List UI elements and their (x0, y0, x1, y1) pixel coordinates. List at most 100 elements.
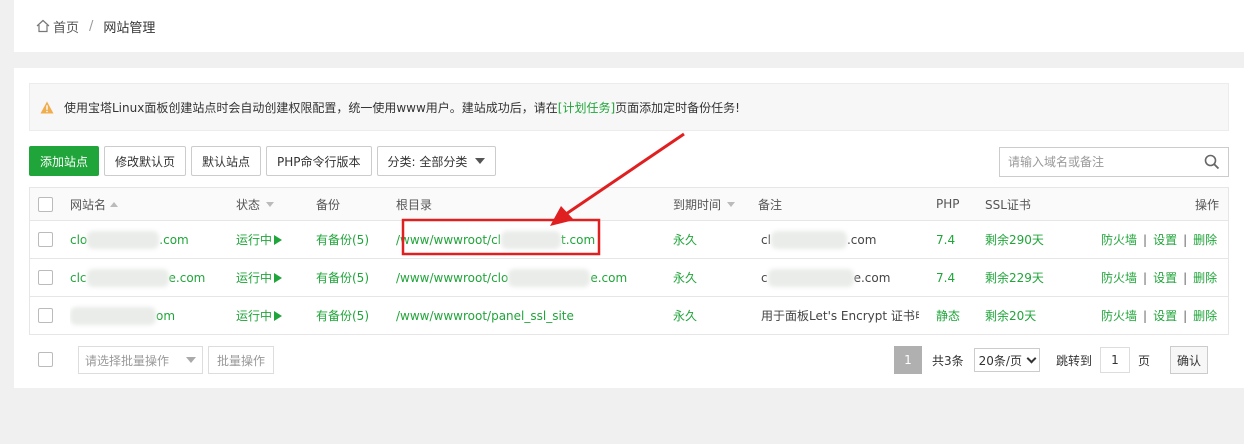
row-actions: 防火墙 | 设置 | 删除 (1101, 297, 1217, 334)
action-divider: | (1183, 232, 1188, 247)
header-root: 根目录 (396, 197, 433, 212)
site-expire[interactable]: 永久 (673, 297, 697, 334)
jump-to-label: 跳转到 (1055, 353, 1092, 368)
site-root-link[interactable]: /www/wwwroot/clo e.com (396, 259, 627, 296)
site-name-suffix: e.com (168, 270, 206, 285)
table-row: clo .com 运行中 有备份(5) /www/wwwroot/cl t.co… (29, 221, 1229, 259)
site-backup-link[interactable]: 有备份(5) (316, 297, 369, 334)
site-status-label: 运行中 (236, 271, 273, 285)
site-status[interactable]: 运行中 (236, 221, 283, 258)
jump-confirm-button[interactable]: 确认 (1170, 346, 1209, 374)
site-expire[interactable]: 永久 (673, 221, 697, 258)
sort-desc-icon (727, 201, 736, 207)
firewall-link[interactable]: 防火墙 (1101, 269, 1137, 286)
caret-down-icon (186, 357, 196, 363)
header-ssl: SSL证书 (985, 197, 1031, 212)
page-size-label: 20条/页 (978, 353, 1022, 368)
row-checkbox[interactable] (38, 308, 53, 323)
table-row: om 运行中 有备份(5) /www/wwwroot/panel_ssl_sit… (29, 297, 1229, 335)
site-remark-suffix: .com (846, 232, 877, 247)
add-site-button[interactable]: 添加站点 (29, 146, 100, 176)
site-name-link[interactable]: clo .com (70, 221, 189, 258)
breadcrumb-home[interactable]: 首页 (36, 17, 79, 36)
site-remark[interactable]: c e.com (761, 259, 890, 296)
category-select-label: 分类: 全部分类 (387, 154, 468, 169)
action-divider: | (1143, 308, 1148, 323)
page-size-select[interactable]: 20条/页 (973, 348, 1040, 372)
site-backup-link[interactable]: 有备份(5) (316, 221, 369, 258)
row-checkbox[interactable] (38, 232, 53, 247)
php-cli-version-button[interactable]: PHP命令行版本 (266, 146, 372, 176)
category-select[interactable]: 分类: 全部分类 (376, 146, 497, 176)
site-ssl[interactable]: 剩余290天 (985, 221, 1044, 258)
site-php[interactable]: 静态 (936, 297, 960, 334)
page-number-current[interactable]: 1 (894, 346, 922, 374)
site-status-label: 运行中 (236, 309, 273, 323)
delete-link[interactable]: 删除 (1193, 231, 1217, 248)
row-select-cell (38, 221, 53, 258)
breadcrumb-bar: 首页 / 网站管理 (14, 0, 1244, 52)
row-checkbox[interactable] (38, 270, 53, 285)
total-count: 共3条 (932, 353, 964, 368)
breadcrumb-home-label[interactable]: 首页 (53, 17, 79, 36)
notice-banner: 使用宝塔Linux面板创建站点时会自动创建权限配置，统一使用www用户。建站成功… (29, 83, 1229, 131)
site-ssl[interactable]: 剩余20天 (985, 297, 1036, 334)
site-name-link[interactable]: om (70, 297, 175, 334)
search-input[interactable] (1000, 148, 1204, 176)
header-status[interactable]: 状态 (236, 188, 275, 220)
firewall-link[interactable]: 防火墙 (1101, 307, 1137, 324)
search-icon[interactable] (1204, 154, 1220, 170)
site-root-prefix: /www/wwwroot/clo (396, 270, 509, 285)
redacted-blur (70, 306, 156, 325)
cron-task-link[interactable]: [计划任务] (558, 99, 615, 116)
header-name[interactable]: 网站名 (70, 188, 119, 220)
footer-select-all-checkbox[interactable] (38, 352, 53, 367)
site-remark[interactable]: 用于面板Let's Encrypt 证书申 (761, 297, 919, 334)
table-footer: 请选择批量操作 批量操作 1 共3条 20条/页 跳转到 1 页 确认 (29, 346, 1229, 374)
site-status[interactable]: 运行中 (236, 259, 283, 296)
header-expire[interactable]: 到期时间 (673, 188, 736, 220)
delete-link[interactable]: 删除 (1193, 269, 1217, 286)
settings-link[interactable]: 设置 (1153, 231, 1177, 248)
site-ssl[interactable]: 剩余229天 (985, 259, 1044, 296)
default-site-button[interactable]: 默认站点 (191, 146, 262, 176)
play-icon (274, 310, 283, 321)
batch-operation-select[interactable]: 请选择批量操作 (78, 346, 203, 374)
play-icon (274, 234, 283, 245)
action-divider: | (1183, 308, 1188, 323)
firewall-link[interactable]: 防火墙 (1101, 231, 1137, 248)
sort-desc-icon (266, 201, 275, 207)
site-name-link[interactable]: clc e.com (70, 259, 205, 296)
site-remark[interactable]: cl .com (761, 221, 876, 258)
site-php[interactable]: 7.4 (936, 259, 955, 296)
table-header-row: 网站名 状态 备份 根目录 到期时间 备注 PHP SSL证书 操作 (29, 188, 1229, 221)
batch-operation-button[interactable]: 批量操作 (208, 346, 275, 374)
header-remark: 备注 (758, 197, 783, 212)
settings-link[interactable]: 设置 (1153, 307, 1177, 324)
action-divider: | (1143, 270, 1148, 285)
site-table: 网站名 状态 备份 根目录 到期时间 备注 PHP SSL证书 操作 clo .… (29, 187, 1229, 335)
select-all-checkbox[interactable] (38, 196, 53, 212)
site-root-link[interactable]: /www/wwwroot/cl t.com (396, 221, 595, 258)
header-status-label: 状态 (236, 197, 261, 212)
site-name-prefix: clc (70, 270, 87, 285)
settings-link[interactable]: 设置 (1153, 269, 1177, 286)
select-all-cell (38, 188, 53, 220)
redacted-blur (770, 230, 847, 249)
jump-page-input[interactable]: 1 (1099, 347, 1130, 373)
site-root-link[interactable]: /www/wwwroot/panel_ssl_site (396, 297, 574, 334)
site-remark-prefix: 用于面板Let's Encrypt 证书申 (761, 309, 919, 323)
play-icon (274, 272, 283, 283)
site-status[interactable]: 运行中 (236, 297, 283, 334)
redacted-blur (86, 268, 169, 287)
site-root-prefix: /www/wwwroot/cl (396, 232, 502, 247)
notice-text-prefix: 使用宝塔Linux面板创建站点时会自动创建权限配置，统一使用www用户。建站成功… (64, 100, 558, 115)
site-php[interactable]: 7.4 (936, 221, 955, 258)
site-name-suffix: om (156, 308, 176, 323)
edit-default-page-button[interactable]: 修改默认页 (104, 146, 187, 176)
action-divider: | (1143, 232, 1148, 247)
site-backup-link[interactable]: 有备份(5) (316, 259, 369, 296)
site-expire[interactable]: 永久 (673, 259, 697, 296)
delete-link[interactable]: 删除 (1193, 307, 1217, 324)
toolbar: 添加站点 修改默认页 默认站点 PHP命令行版本 分类: 全部分类 (29, 146, 497, 176)
